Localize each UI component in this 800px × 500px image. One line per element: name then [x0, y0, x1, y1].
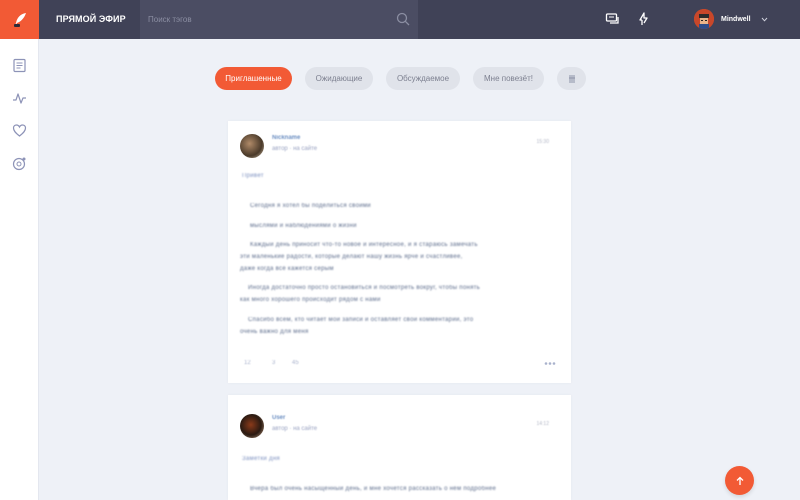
discover-icon[interactable] — [12, 156, 27, 171]
comments-count[interactable]: 12 — [244, 360, 251, 366]
search-box — [140, 0, 418, 39]
post-text-line: мыслями и наблюдениями о жизни — [250, 223, 357, 229]
logo[interactable] — [0, 0, 39, 39]
post-card: User автор · на сайте 14:12 Заметки дня … — [228, 395, 571, 500]
post-text-line: очень важно для меня — [240, 329, 309, 335]
search-input[interactable] — [140, 0, 390, 39]
post-text-line: Иногда достаточно просто остановиться и … — [248, 285, 481, 291]
filter-icon — [568, 74, 575, 83]
post-time: 15:30 — [536, 139, 549, 145]
notifications-icon[interactable] — [636, 11, 652, 27]
tab-discussed[interactable]: Обсуждаемое — [386, 67, 460, 90]
author-meta: автор · на сайте — [272, 146, 318, 152]
post-title[interactable]: Заметки дня — [242, 456, 334, 462]
avatar — [694, 9, 714, 29]
post-title[interactable]: Привет — [242, 173, 302, 179]
top-bar: ПРЯМОЙ ЭФИР Mindwell — [0, 0, 800, 39]
tab-pending[interactable]: Ожидающие — [305, 67, 373, 90]
views-count: 45 — [292, 360, 299, 366]
sidebar — [0, 39, 39, 500]
author-avatar[interactable] — [240, 134, 264, 158]
author-meta: автор · на сайте — [272, 426, 318, 432]
favorites-icon[interactable] — [12, 123, 27, 138]
author-name[interactable]: User — [272, 415, 285, 421]
post-text-line: Каждый день приносит что-то новое и инте… — [250, 242, 478, 248]
tab-invited[interactable]: Приглашенные — [215, 67, 292, 90]
post-text-line: Вчера был очень насыщенный день, и мне х… — [250, 486, 497, 492]
activity-icon[interactable] — [12, 91, 27, 106]
tab-lucky[interactable]: Мне повезёт! — [473, 67, 544, 90]
post-card: Nickname автор · на сайте 15:30 Привет С… — [228, 121, 571, 383]
post-text-line: даже когда всё кажется серым — [240, 266, 334, 272]
post-time: 14:12 — [536, 421, 549, 427]
more-icon[interactable] — [543, 359, 557, 368]
filter-button[interactable] — [557, 67, 586, 90]
author-name[interactable]: Nickname — [272, 135, 300, 141]
post-text-line: как много хорошего происходит рядом с на… — [240, 297, 381, 303]
reposts-count[interactable]: 3 — [272, 360, 275, 366]
search-icon[interactable] — [396, 12, 410, 26]
post-text-line: Спасибо всем, кто читает мои записи и ос… — [248, 317, 474, 323]
page-title: ПРЯМОЙ ЭФИР — [56, 14, 126, 24]
author-avatar[interactable] — [240, 414, 264, 438]
feather-logo-icon — [13, 12, 26, 27]
messages-icon[interactable] — [605, 11, 621, 27]
arrow-up-icon — [736, 476, 743, 485]
chevron-down-icon — [761, 17, 767, 22]
username: Mindwell — [721, 15, 751, 23]
post-text-line: эти маленькие радости, которые делают на… — [240, 254, 463, 260]
post-text-line: Сегодня я хотел бы поделиться своими — [250, 203, 371, 209]
user-menu[interactable]: Mindwell — [694, 7, 768, 31]
scroll-top-button[interactable] — [725, 466, 754, 495]
feed-icon[interactable] — [12, 58, 27, 73]
filter-tabs: Приглашенные Ожидающие Обсуждаемое Мне п… — [215, 67, 586, 90]
